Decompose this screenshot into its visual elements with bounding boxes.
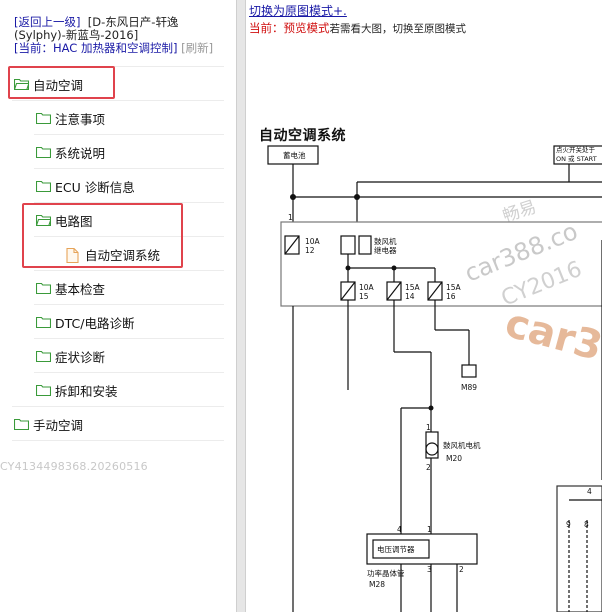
folder-icon <box>36 316 51 328</box>
folder-icon <box>36 282 51 294</box>
refresh-link[interactable]: [刷新] <box>181 41 213 55</box>
tree-label: 系统说明 <box>55 145 106 161</box>
connector-m20: M20 <box>446 454 462 463</box>
tree-node-ecu-diagnosis[interactable]: ECU 诊断信息 <box>36 176 135 196</box>
fuse-rating: 15A <box>405 283 421 292</box>
folder-icon <box>36 146 51 158</box>
tree-node-precautions[interactable]: 注意事项 <box>36 108 105 128</box>
svg-text:car3: car3 <box>500 300 602 370</box>
folder-icon <box>14 418 29 430</box>
pin-label: 9 <box>566 520 571 529</box>
fuse-rating: 10A <box>305 237 321 246</box>
breadcrumb: [返回上一级] [D-东风日产-轩逸(Sylphy)-新蓝鸟-2016] [当前… <box>14 16 229 55</box>
tree-label: 手动空调 <box>33 417 84 433</box>
fuse-rating: 10A <box>359 283 375 292</box>
folder-icon <box>36 180 51 192</box>
tree-node-manual-ac[interactable]: 手动空调 <box>14 414 83 434</box>
pin-label: 3 <box>427 565 432 574</box>
navigation-tree-panel: [返回上一级] [D-东风日产-轩逸(Sylphy)-新蓝鸟-2016] [当前… <box>0 0 236 612</box>
ignition-label-2: ON 或 START <box>556 154 597 163</box>
pin-label: 2 <box>459 565 464 574</box>
regulator-label: 电压调节器 <box>377 544 415 554</box>
motor-label: 鼓风机电机 <box>443 440 481 450</box>
pin-label: 4 <box>587 487 592 496</box>
fuse-number: 12 <box>305 246 315 255</box>
folder-icon <box>36 384 51 396</box>
pin-label: 1 <box>426 423 431 432</box>
battery-label: 蓄电池 <box>283 150 306 160</box>
folder-icon <box>36 112 51 124</box>
watermark-overlay: 畅易 car388.co CY2016 car3 <box>461 197 602 370</box>
wiring-diagram: 蓄电池 点火开关处于 ON 或 START 10A 12 鼓风机 继电器 10A… <box>267 145 602 612</box>
tree-label: ECU 诊断信息 <box>55 179 135 195</box>
pin-label: 4 <box>397 525 402 534</box>
tree-label: 拆卸和安装 <box>55 383 118 399</box>
relay-label: 鼓风机 <box>374 236 397 246</box>
tree-node-symptom-diagnosis[interactable]: 症状诊断 <box>36 346 105 366</box>
panel-splitter[interactable] <box>236 0 246 612</box>
fuse-number: 16 <box>446 292 456 301</box>
transistor-label: 功率晶体管 <box>367 568 405 578</box>
watermark-text: CY4134498368.20260516 <box>0 460 148 473</box>
pin-label: 1 <box>288 213 293 222</box>
highlight-box <box>22 203 183 268</box>
pin-label: 2 <box>426 463 431 472</box>
fuse-number: 14 <box>405 292 415 301</box>
tree-node-system-description[interactable]: 系统说明 <box>36 142 105 162</box>
fuse-rating: 15A <box>446 283 462 292</box>
tree-label: 注意事项 <box>55 111 106 127</box>
ignition-label: 点火开关处于 <box>556 145 596 154</box>
current-section: [当前：HAC 加热器和空调控制] <box>14 41 178 55</box>
pin-label: 1 <box>427 525 432 534</box>
folder-icon <box>36 350 51 362</box>
tree-label: 症状诊断 <box>55 349 106 365</box>
tree-node-removal-installation[interactable]: 拆卸和安装 <box>36 380 118 400</box>
pin-label: 8 <box>584 520 589 529</box>
tree-label: DTC/电路诊断 <box>55 315 135 331</box>
highlight-box <box>8 66 115 99</box>
connector-m89: M89 <box>461 383 477 392</box>
back-link[interactable]: [返回上一级] <box>14 15 80 29</box>
diagram-panel: 切换为原图模式+. 当前：预览模式若需看大图，切换至原图模式 自动空调系统 蓄电… <box>247 0 602 612</box>
relay-label-2: 继电器 <box>374 245 397 255</box>
fuse-number: 15 <box>359 292 369 301</box>
tree-node-dtc-diagnosis[interactable]: DTC/电路诊断 <box>36 312 134 332</box>
connector-m28: M28 <box>369 580 385 589</box>
tree-label: 基本检查 <box>55 281 106 297</box>
tree-node-basic-inspection[interactable]: 基本检查 <box>36 278 105 298</box>
